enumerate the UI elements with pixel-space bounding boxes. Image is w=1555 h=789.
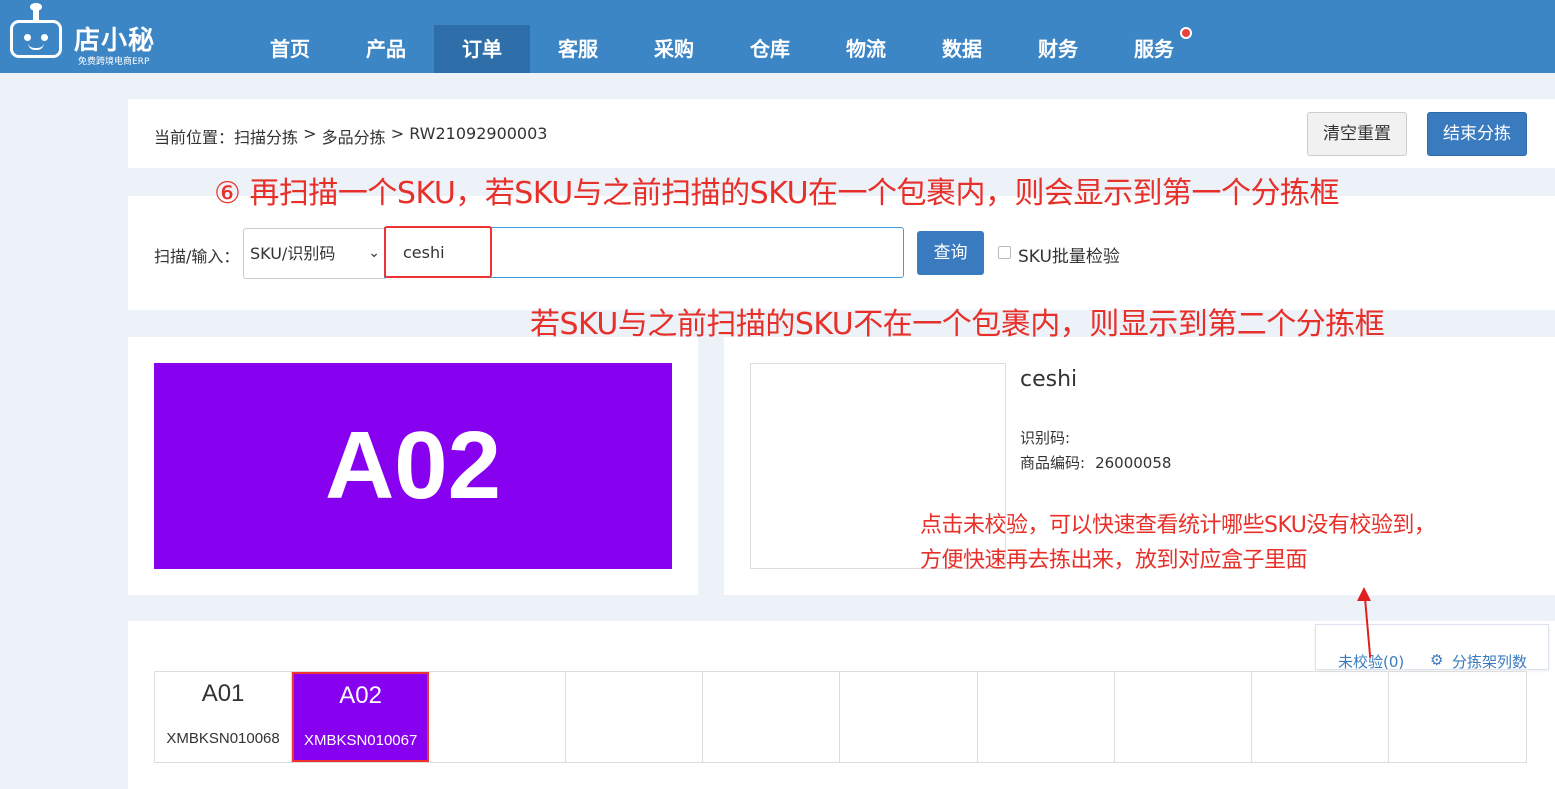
breadcrumb-label: 当前位置：	[154, 128, 235, 147]
nav-item-logistics[interactable]: 物流	[818, 25, 914, 73]
shelf-cell-title: A02	[339, 682, 382, 709]
robot-logo-icon	[10, 3, 62, 58]
shelf-cell[interactable]	[429, 672, 567, 762]
shelf-columns-link[interactable]: 分拣架列数	[1452, 651, 1527, 672]
sku-value: 26000058	[1095, 454, 1172, 472]
nav-item-service[interactable]: 客服	[530, 25, 626, 73]
shelf-cell[interactable]	[1252, 672, 1389, 762]
chevron-down-icon: ⌄	[368, 245, 380, 261]
top-nav-bar: 店小秘 免费跨境电商ERP 首页 产品 订单 客服 采购 仓库 物流 数据 财务…	[0, 0, 1555, 73]
app-slogan: 免费跨境电商ERP	[78, 57, 150, 67]
clear-reset-button[interactable]: 清空重置	[1307, 112, 1407, 156]
scan-panel: 扫描/输入： SKU/识别码 ⌄ ceshi 查询 SKU批量检验	[128, 196, 1555, 310]
breadcrumb-task-id: RW21092900003	[409, 124, 548, 143]
gear-icon[interactable]: ⚙	[1430, 651, 1443, 669]
annotation-else: 若SKU与之前扫描的SKU不在一个包裹内，则显示到第二个分拣框	[530, 307, 1385, 342]
breadcrumb-scan-sort[interactable]: 扫描分拣	[234, 124, 298, 148]
shelf-cell[interactable]	[566, 672, 704, 762]
product-sku: 商品编码: 26000058	[1020, 452, 1171, 473]
shelf-cell[interactable]	[1115, 672, 1252, 762]
breadcrumb-multi-sort[interactable]: 多品分拣	[322, 124, 386, 148]
end-sorting-button[interactable]: 结束分拣	[1427, 112, 1527, 156]
scan-label: 扫描/输入：	[154, 247, 240, 266]
app-logo[interactable]: 店小秘 免费跨境电商ERP	[10, 3, 180, 67]
sku-label: 商品编码:	[1020, 454, 1086, 472]
shelf-cell[interactable]	[703, 672, 841, 762]
id-code-label: 识别码:	[1020, 429, 1071, 447]
nav-item-warehouse[interactable]: 仓库	[722, 25, 818, 73]
batch-check-label[interactable]: SKU批量检验	[1018, 242, 1120, 267]
nav-item-orders[interactable]: 订单	[434, 25, 530, 73]
app-name: 店小秘	[74, 26, 156, 56]
query-button[interactable]: 查询	[917, 231, 984, 275]
shelf-cell-title: A01	[201, 680, 245, 707]
product-name: ceshi	[1020, 367, 1078, 392]
shelf-cell[interactable]	[1389, 672, 1526, 762]
breadcrumb-panel: 当前位置： 扫描分拣 > 多品分拣 > RW21092900003 清空重置 结…	[128, 99, 1555, 168]
shelf-cell[interactable]	[978, 672, 1115, 762]
product-id-code: 识别码:	[1020, 427, 1070, 448]
nav-item-home[interactable]: 首页	[242, 25, 338, 73]
breadcrumb-separator: >	[298, 124, 322, 143]
input-highlight-box	[384, 226, 492, 278]
annotation-tip: 点击未校验，可以快速查看统计哪些SKU没有校验到， 方便快速再去拣出来，放到对应…	[920, 513, 1436, 573]
scan-type-select[interactable]: SKU/识别码 ⌄	[243, 228, 386, 279]
main-nav: 首页 产品 订单 客服 采购 仓库 物流 数据 财务 服务	[242, 25, 1202, 73]
nav-item-products[interactable]: 产品	[338, 25, 434, 73]
nav-item-finance[interactable]: 财务	[1010, 25, 1106, 73]
annotation-step6: ⑥ 再扫描一个SKU，若SKU与之前扫描的SKU在一个包裹内，则会显示到第一个分…	[214, 176, 1340, 211]
nav-item-data[interactable]: 数据	[914, 25, 1010, 73]
breadcrumb: 当前位置： 扫描分拣 > 多品分拣 > RW21092900003	[154, 124, 547, 148]
shelf-tools: 未校验(0) ⚙ 分拣架列数	[1315, 624, 1549, 672]
shelf-cell-order: XMBKSN010067	[303, 732, 418, 749]
shelf-cell[interactable]: A01 XMBKSN010068	[155, 672, 293, 762]
batch-check-checkbox[interactable]	[998, 246, 1011, 259]
breadcrumb-separator: >	[385, 124, 410, 143]
shelf-cell-order: XMBKSN010068	[166, 730, 280, 747]
unverified-link[interactable]: 未校验(0)	[1338, 651, 1404, 672]
current-slot-display: A02	[154, 363, 672, 569]
shelf-panel: 未校验(0) ⚙ 分拣架列数 A01 XMBKSN010068 A02 XMBKSN…	[128, 621, 1555, 789]
current-slot-panel: A02	[128, 337, 698, 595]
notification-dot	[1180, 27, 1192, 39]
shelf-cell[interactable]	[840, 672, 978, 762]
nav-item-purchase[interactable]: 采购	[626, 25, 722, 73]
shelf-grid: A01 XMBKSN010068 A02 XMBKSN010067	[154, 671, 1527, 763]
shelf-cell-active[interactable]: A02 XMBKSN010067	[292, 672, 430, 762]
scan-type-value: SKU/识别码	[250, 244, 336, 263]
